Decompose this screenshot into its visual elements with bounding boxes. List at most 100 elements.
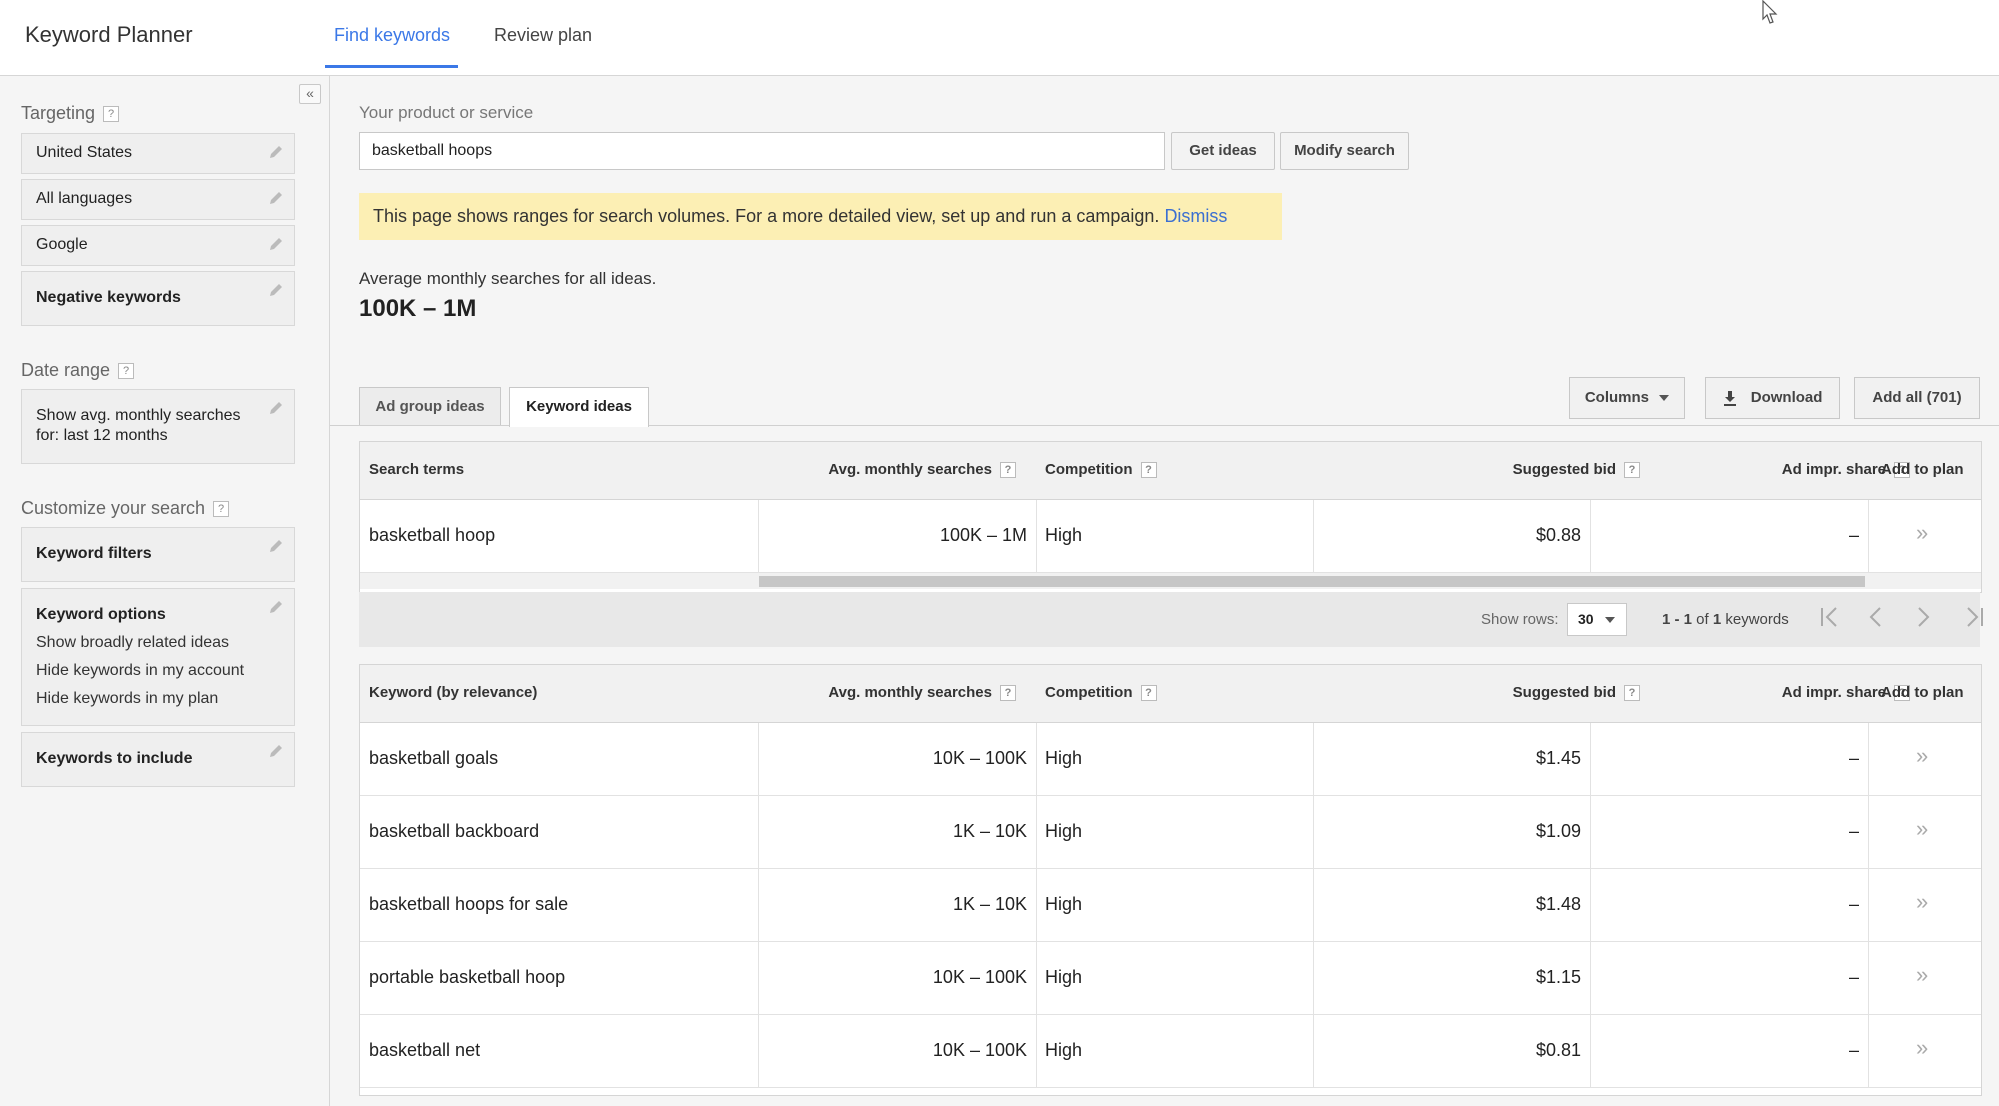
help-icon[interactable]: ?	[1140, 685, 1157, 702]
col-avg-monthly-searches[interactable]: Avg. monthly searches?	[796, 684, 1016, 702]
suggested-bid-cell: $1.09	[1535, 821, 1581, 841]
keyword-options-title: Keyword options	[36, 606, 166, 623]
col-impr-label: Ad impr. share	[1781, 461, 1886, 478]
keyword-cell: portable basketball hoop	[369, 967, 566, 987]
modify-search-button[interactable]: Modify search	[1280, 132, 1409, 170]
col-competition-label: Competition	[1045, 684, 1133, 701]
competition-cell: High	[1045, 748, 1083, 768]
date-range-heading: Date range?	[21, 360, 135, 381]
table-row[interactable]: basketball hoops for sale 1K – 10K High …	[360, 869, 1981, 942]
column-divider	[1590, 796, 1591, 868]
add-to-plan-icon[interactable]: »	[1916, 962, 1928, 988]
columns-button[interactable]: Columns	[1569, 377, 1685, 419]
add-to-plan-icon[interactable]: »	[1916, 520, 1928, 546]
column-divider	[1313, 1015, 1314, 1087]
edit-pencil-icon[interactable]	[268, 282, 284, 298]
edit-pencil-icon[interactable]	[268, 400, 284, 416]
edit-pencil-icon[interactable]	[268, 190, 284, 206]
column-divider	[1868, 1015, 1869, 1087]
col-ad-impr-share[interactable]: Ad impr. share?	[1700, 684, 1910, 702]
suggested-bid-cell: $1.45	[1535, 748, 1581, 768]
competition-cell: High	[1045, 967, 1083, 987]
next-page-icon[interactable]	[1914, 605, 1932, 629]
add-to-plan-icon[interactable]: »	[1916, 743, 1928, 769]
get-ideas-button[interactable]: Get ideas	[1171, 132, 1275, 170]
previous-page-icon[interactable]	[1867, 605, 1885, 629]
date-range-line1: Show avg. monthly searches	[36, 407, 241, 424]
edit-pencil-icon[interactable]	[268, 743, 284, 759]
col-impr-label: Ad impr. share	[1781, 684, 1886, 701]
table-row[interactable]: basketball hoop 100K – 1M High $0.88 – »	[360, 500, 1981, 573]
edit-pencil-icon[interactable]	[268, 236, 284, 252]
targeting-location[interactable]: United States	[21, 133, 295, 174]
date-range-help-icon[interactable]: ?	[118, 363, 135, 380]
targeting-language[interactable]: All languages	[21, 179, 295, 220]
customize-help-icon[interactable]: ?	[213, 501, 230, 518]
ad-impr-share-cell: –	[1848, 748, 1859, 768]
add-to-plan-icon[interactable]: »	[1916, 1035, 1928, 1061]
tab-find-keywords[interactable]: Find keywords	[334, 25, 450, 46]
keywords-to-include[interactable]: Keywords to include	[21, 732, 295, 787]
average-searches-value: 100K – 1M	[359, 295, 477, 322]
search-input[interactable]	[359, 132, 1165, 170]
edit-pencil-icon[interactable]	[268, 144, 284, 160]
tab-ad-group-ideas[interactable]: Ad group ideas	[359, 387, 501, 425]
last-page-icon[interactable]	[1963, 605, 1985, 629]
help-icon[interactable]: ?	[1000, 462, 1016, 479]
collapse-sidebar-button[interactable]: «	[299, 84, 321, 104]
column-divider	[1313, 942, 1314, 1014]
show-rows-label: Show rows:	[1481, 611, 1559, 628]
edit-pencil-icon[interactable]	[268, 538, 284, 554]
table-row[interactable]: basketball backboard 1K – 10K High $1.09…	[360, 796, 1981, 869]
rows-per-page-select[interactable]: 30	[1567, 603, 1627, 636]
col-competition[interactable]: Competition?	[1045, 684, 1157, 702]
tab-keyword-ideas[interactable]: Keyword ideas	[509, 387, 649, 427]
help-icon[interactable]: ?	[1140, 462, 1157, 479]
help-icon[interactable]: ?	[1624, 462, 1640, 479]
dismiss-link[interactable]: Dismiss	[1164, 206, 1227, 226]
column-divider	[1036, 1015, 1037, 1087]
add-all-button[interactable]: Add all (701)	[1854, 377, 1980, 419]
keyword-options[interactable]: Keyword options Show broadly related ide…	[21, 588, 295, 726]
col-suggested-bid[interactable]: Suggested bid?	[1440, 461, 1640, 479]
first-page-icon[interactable]	[1819, 605, 1841, 629]
tab-review-plan[interactable]: Review plan	[494, 25, 592, 46]
keyword-cell: basketball backboard	[369, 821, 540, 841]
negative-keywords[interactable]: Negative keywords	[21, 271, 295, 326]
scrollbar-thumb[interactable]	[759, 576, 1865, 587]
keyword-filters[interactable]: Keyword filters	[21, 527, 295, 582]
targeting-network[interactable]: Google	[21, 225, 295, 266]
col-suggested-bid[interactable]: Suggested bid?	[1440, 684, 1640, 702]
col-keyword[interactable]: Keyword (by relevance)	[369, 684, 537, 701]
add-to-plan-icon[interactable]: »	[1916, 889, 1928, 915]
download-button[interactable]: Download	[1705, 377, 1840, 419]
download-label: Download	[1750, 389, 1823, 406]
avg-searches-cell: 10K – 100K	[932, 748, 1027, 768]
targeting-help-icon[interactable]: ?	[103, 106, 120, 123]
targeting-language-label: All languages	[36, 190, 133, 207]
notice-banner: This page shows ranges for search volume…	[359, 193, 1282, 240]
help-icon[interactable]: ?	[1624, 685, 1640, 702]
help-icon[interactable]: ?	[1000, 685, 1016, 702]
app-title: Keyword Planner	[25, 22, 193, 47]
dropdown-caret-icon	[1605, 617, 1616, 624]
table-row[interactable]: basketball goals 10K – 100K High $1.45 –…	[360, 723, 1981, 796]
keyword-filters-label: Keyword filters	[36, 545, 152, 562]
avg-searches-cell: 100K – 1M	[939, 525, 1027, 545]
table-row[interactable]: portable basketball hoop 10K – 100K High…	[360, 942, 1981, 1015]
column-divider	[1036, 869, 1037, 941]
col-ad-impr-share[interactable]: Ad impr. share?	[1700, 461, 1910, 479]
avg-searches-cell: 10K – 100K	[932, 1040, 1027, 1060]
col-avg-monthly-searches[interactable]: Avg. monthly searches?	[796, 461, 1016, 479]
add-to-plan-icon[interactable]: »	[1916, 816, 1928, 842]
date-range-box[interactable]: Show avg. monthly searches for: last 12 …	[21, 389, 295, 464]
column-divider	[1590, 869, 1591, 941]
table-row[interactable]: basketball net 10K – 100K High $0.81 – »	[360, 1015, 1981, 1088]
horizontal-scrollbar[interactable]	[360, 573, 1981, 589]
column-divider	[1313, 723, 1314, 795]
col-competition[interactable]: Competition?	[1045, 461, 1157, 479]
ad-impr-share-cell: –	[1848, 821, 1859, 841]
col-search-terms[interactable]: Search terms	[369, 461, 464, 478]
edit-pencil-icon[interactable]	[268, 599, 284, 615]
column-divider	[1868, 942, 1869, 1014]
